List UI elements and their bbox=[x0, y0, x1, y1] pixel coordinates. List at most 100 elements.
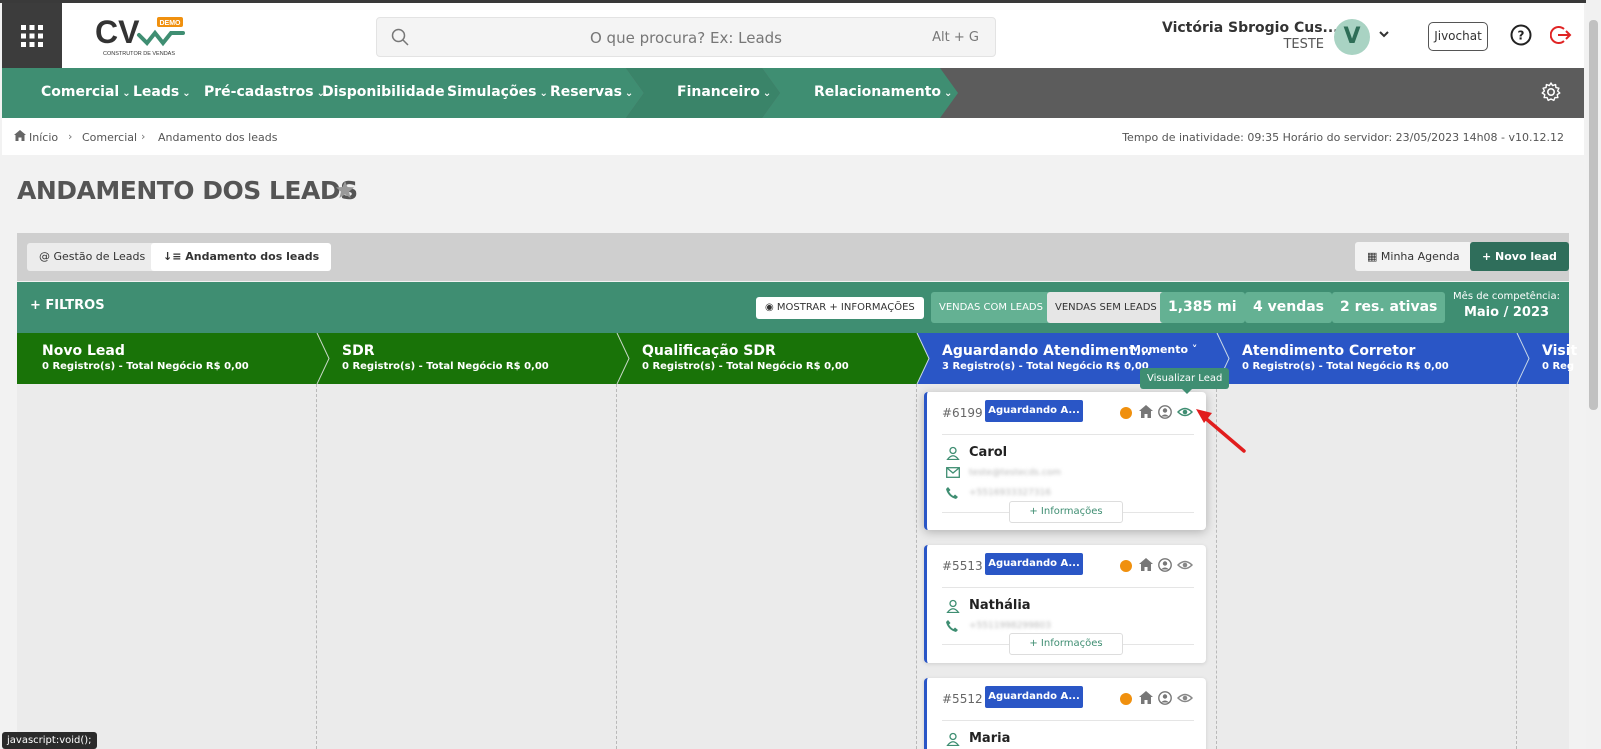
avatar[interactable]: V bbox=[1334, 19, 1370, 55]
nav-simulacoes[interactable]: Simulações ⌄ bbox=[447, 84, 548, 100]
phone-icon bbox=[946, 487, 958, 499]
home-icon[interactable] bbox=[1139, 405, 1153, 418]
stat-vendas: 4 vendas bbox=[1245, 292, 1333, 323]
lead-id: #5512 bbox=[942, 692, 983, 706]
stage-visita-title[interactable]: Visit bbox=[1542, 343, 1577, 359]
filter-bar: + FILTROS ◉ MOSTRAR + INFORMAÇÕES VENDAS… bbox=[17, 282, 1569, 333]
logout-icon[interactable] bbox=[1550, 24, 1572, 46]
user-icon bbox=[946, 732, 960, 746]
card-divider bbox=[942, 587, 1194, 588]
user-icon bbox=[946, 599, 960, 613]
visualizar-lead-tooltip: Visualizar Lead bbox=[1140, 368, 1230, 394]
funnel-stages: Novo Lead 0 Registro(s) - Total Negócio … bbox=[17, 333, 1577, 384]
grid-icon bbox=[21, 24, 43, 47]
user-org: TESTE bbox=[1283, 37, 1324, 52]
stat-reservas: 2 res. ativas bbox=[1332, 292, 1446, 323]
search-placeholder: O que procura? Ex: Leads bbox=[589, 29, 782, 47]
tab-andamento-dos-leads[interactable]: ↓≡ Andamento dos leads bbox=[151, 243, 332, 271]
vendas-sem-leads-button[interactable]: VENDAS SEM LEADS bbox=[1047, 292, 1165, 323]
lead-name[interactable]: Maria bbox=[969, 731, 1010, 746]
status-bar-url: javascript:void(); bbox=[2, 732, 97, 749]
user-icon bbox=[946, 446, 960, 460]
user-name[interactable]: Victória Sbrogio Cus... bbox=[1162, 20, 1339, 36]
lead-card[interactable]: #5512 Aguardando A... Maria bbox=[924, 678, 1206, 749]
minha-agenda-button[interactable]: ▦ Minha Agenda bbox=[1355, 242, 1472, 271]
lead-email: teste@testecds.com bbox=[969, 468, 1062, 478]
chevron-down-icon: ⌄ bbox=[539, 88, 548, 99]
home-icon[interactable] bbox=[1139, 691, 1153, 704]
eye-icon[interactable] bbox=[1177, 405, 1193, 419]
nav-pre-cadastros[interactable]: Pré-cadastros ⌄ bbox=[204, 84, 325, 100]
lead-name[interactable]: Carol bbox=[969, 445, 1007, 460]
user-circle-icon[interactable] bbox=[1158, 405, 1172, 419]
column-divider bbox=[616, 384, 617, 749]
page-title: ANDAMENTO DOS LEADS bbox=[17, 176, 358, 205]
jivochat-button[interactable]: Jivochat bbox=[1428, 22, 1488, 51]
cv-logo[interactable]: CV DEMO CONSTRUTOR DE VENDAS bbox=[95, 13, 195, 59]
status-badge: Aguardando A... bbox=[985, 553, 1083, 575]
red-arrow-annotation bbox=[1196, 409, 1246, 453]
status-dot bbox=[1120, 560, 1132, 572]
mais-informacoes-button[interactable]: + Informações bbox=[1009, 633, 1123, 655]
star-icon[interactable] bbox=[336, 181, 354, 198]
status-badge: Aguardando A... bbox=[985, 686, 1083, 708]
stage-visita-summary: 0 Reg bbox=[1542, 361, 1575, 372]
novo-lead-button[interactable]: + Novo lead bbox=[1470, 242, 1569, 271]
apps-grid-button[interactable] bbox=[2, 3, 62, 68]
chevron-down-icon: ⌄ bbox=[624, 88, 634, 99]
card-divider bbox=[942, 720, 1194, 721]
page-scrollbar[interactable] bbox=[1586, 0, 1601, 749]
lead-card[interactable]: #6199 Aguardando A... Carol teste@testec… bbox=[924, 392, 1206, 530]
lead-name[interactable]: Nathália bbox=[969, 598, 1031, 613]
logo-subtitle: CONSTRUTOR DE VENDAS bbox=[103, 51, 175, 57]
status-dot bbox=[1120, 693, 1132, 705]
vendas-com-leads-button[interactable]: VENDAS COM LEADS bbox=[931, 292, 1051, 323]
lead-phone: +5516933327316 bbox=[969, 488, 1051, 498]
user-circle-icon[interactable] bbox=[1158, 558, 1172, 572]
stage-qualificacao-title[interactable]: Qualificação SDR bbox=[642, 343, 776, 359]
filtros-toggle[interactable]: + FILTROS bbox=[30, 298, 105, 313]
stage-atendimento-title[interactable]: Atendimento Corretor bbox=[1242, 343, 1415, 359]
user-circle-icon[interactable] bbox=[1158, 691, 1172, 705]
breadcrumb-comercial[interactable]: Comercial bbox=[82, 131, 137, 144]
nav-disponibilidade[interactable]: Disponibilidade ⌄ bbox=[322, 84, 456, 100]
nav-leads[interactable]: Leads ⌄ bbox=[133, 84, 191, 100]
mais-informacoes-button[interactable]: + Informações bbox=[1009, 501, 1123, 523]
column-divider bbox=[1516, 384, 1517, 749]
help-icon[interactable]: ? bbox=[1510, 24, 1532, 46]
home-icon bbox=[14, 130, 26, 141]
mes-competencia-value[interactable]: Maio / 2023 bbox=[1449, 305, 1564, 320]
breadcrumb: Início › Comercial › Andamento dos leads… bbox=[2, 118, 1584, 155]
breadcrumb-inicio[interactable]: Início bbox=[29, 131, 58, 144]
stage-qualificacao-summary: 0 Registro(s) - Total Negócio R$ 0,00 bbox=[642, 361, 849, 372]
nav-reservas[interactable]: Reservas ⌄ bbox=[550, 84, 633, 100]
stage-aguardando-title[interactable]: Aguardando Atendiment... bbox=[942, 343, 1152, 359]
eye-icon[interactable] bbox=[1177, 558, 1193, 572]
app-header: CV DEMO CONSTRUTOR DE VENDAS O que procu… bbox=[2, 3, 1584, 68]
card-divider bbox=[942, 434, 1194, 435]
eye-icon[interactable] bbox=[1177, 691, 1193, 705]
nav-comercial[interactable]: Comercial ⌄ bbox=[41, 84, 131, 100]
calendar-icon: ▦ bbox=[1367, 250, 1381, 263]
lead-card[interactable]: #5513 Aguardando A... Nathália +55119982… bbox=[924, 545, 1206, 663]
search-bar[interactable]: O que procura? Ex: Leads Alt + G bbox=[376, 17, 996, 57]
lead-id: #5513 bbox=[942, 559, 983, 573]
status-dot bbox=[1120, 407, 1132, 419]
stage-aguardando-summary: 3 Registro(s) - Total Negócio R$ 0,00 bbox=[942, 361, 1149, 372]
stage-novo-lead-title[interactable]: Novo Lead bbox=[42, 343, 125, 359]
nav-financeiro[interactable]: Financeiro ⌄ bbox=[677, 84, 771, 100]
stage-atendimento-summary: 0 Registro(s) - Total Negócio R$ 0,00 bbox=[1242, 361, 1449, 372]
nav-relacionamento[interactable]: Relacionamento ⌄ bbox=[814, 84, 952, 100]
chevron-down-icon[interactable] bbox=[1378, 29, 1390, 39]
lead-phone: +5511998299803 bbox=[969, 621, 1051, 631]
scrollbar-thumb[interactable] bbox=[1589, 20, 1598, 410]
home-icon[interactable] bbox=[1139, 558, 1153, 571]
gear-icon[interactable] bbox=[1540, 81, 1562, 103]
main-nav: Comercial ⌄ Leads ⌄ Pré-cadastros ⌄ Disponi… bbox=[2, 68, 1584, 118]
momento-dropdown[interactable]: Momento ˅ bbox=[1130, 343, 1197, 356]
eye-icon: ◉ bbox=[765, 302, 777, 313]
plus-icon: + bbox=[30, 298, 46, 313]
stage-sdr-title[interactable]: SDR bbox=[342, 343, 374, 359]
mostrar-informacoes-button[interactable]: ◉ MOSTRAR + INFORMAÇÕES bbox=[756, 297, 924, 319]
tab-gestao-de-leads[interactable]: @ Gestão de Leads bbox=[27, 243, 158, 271]
